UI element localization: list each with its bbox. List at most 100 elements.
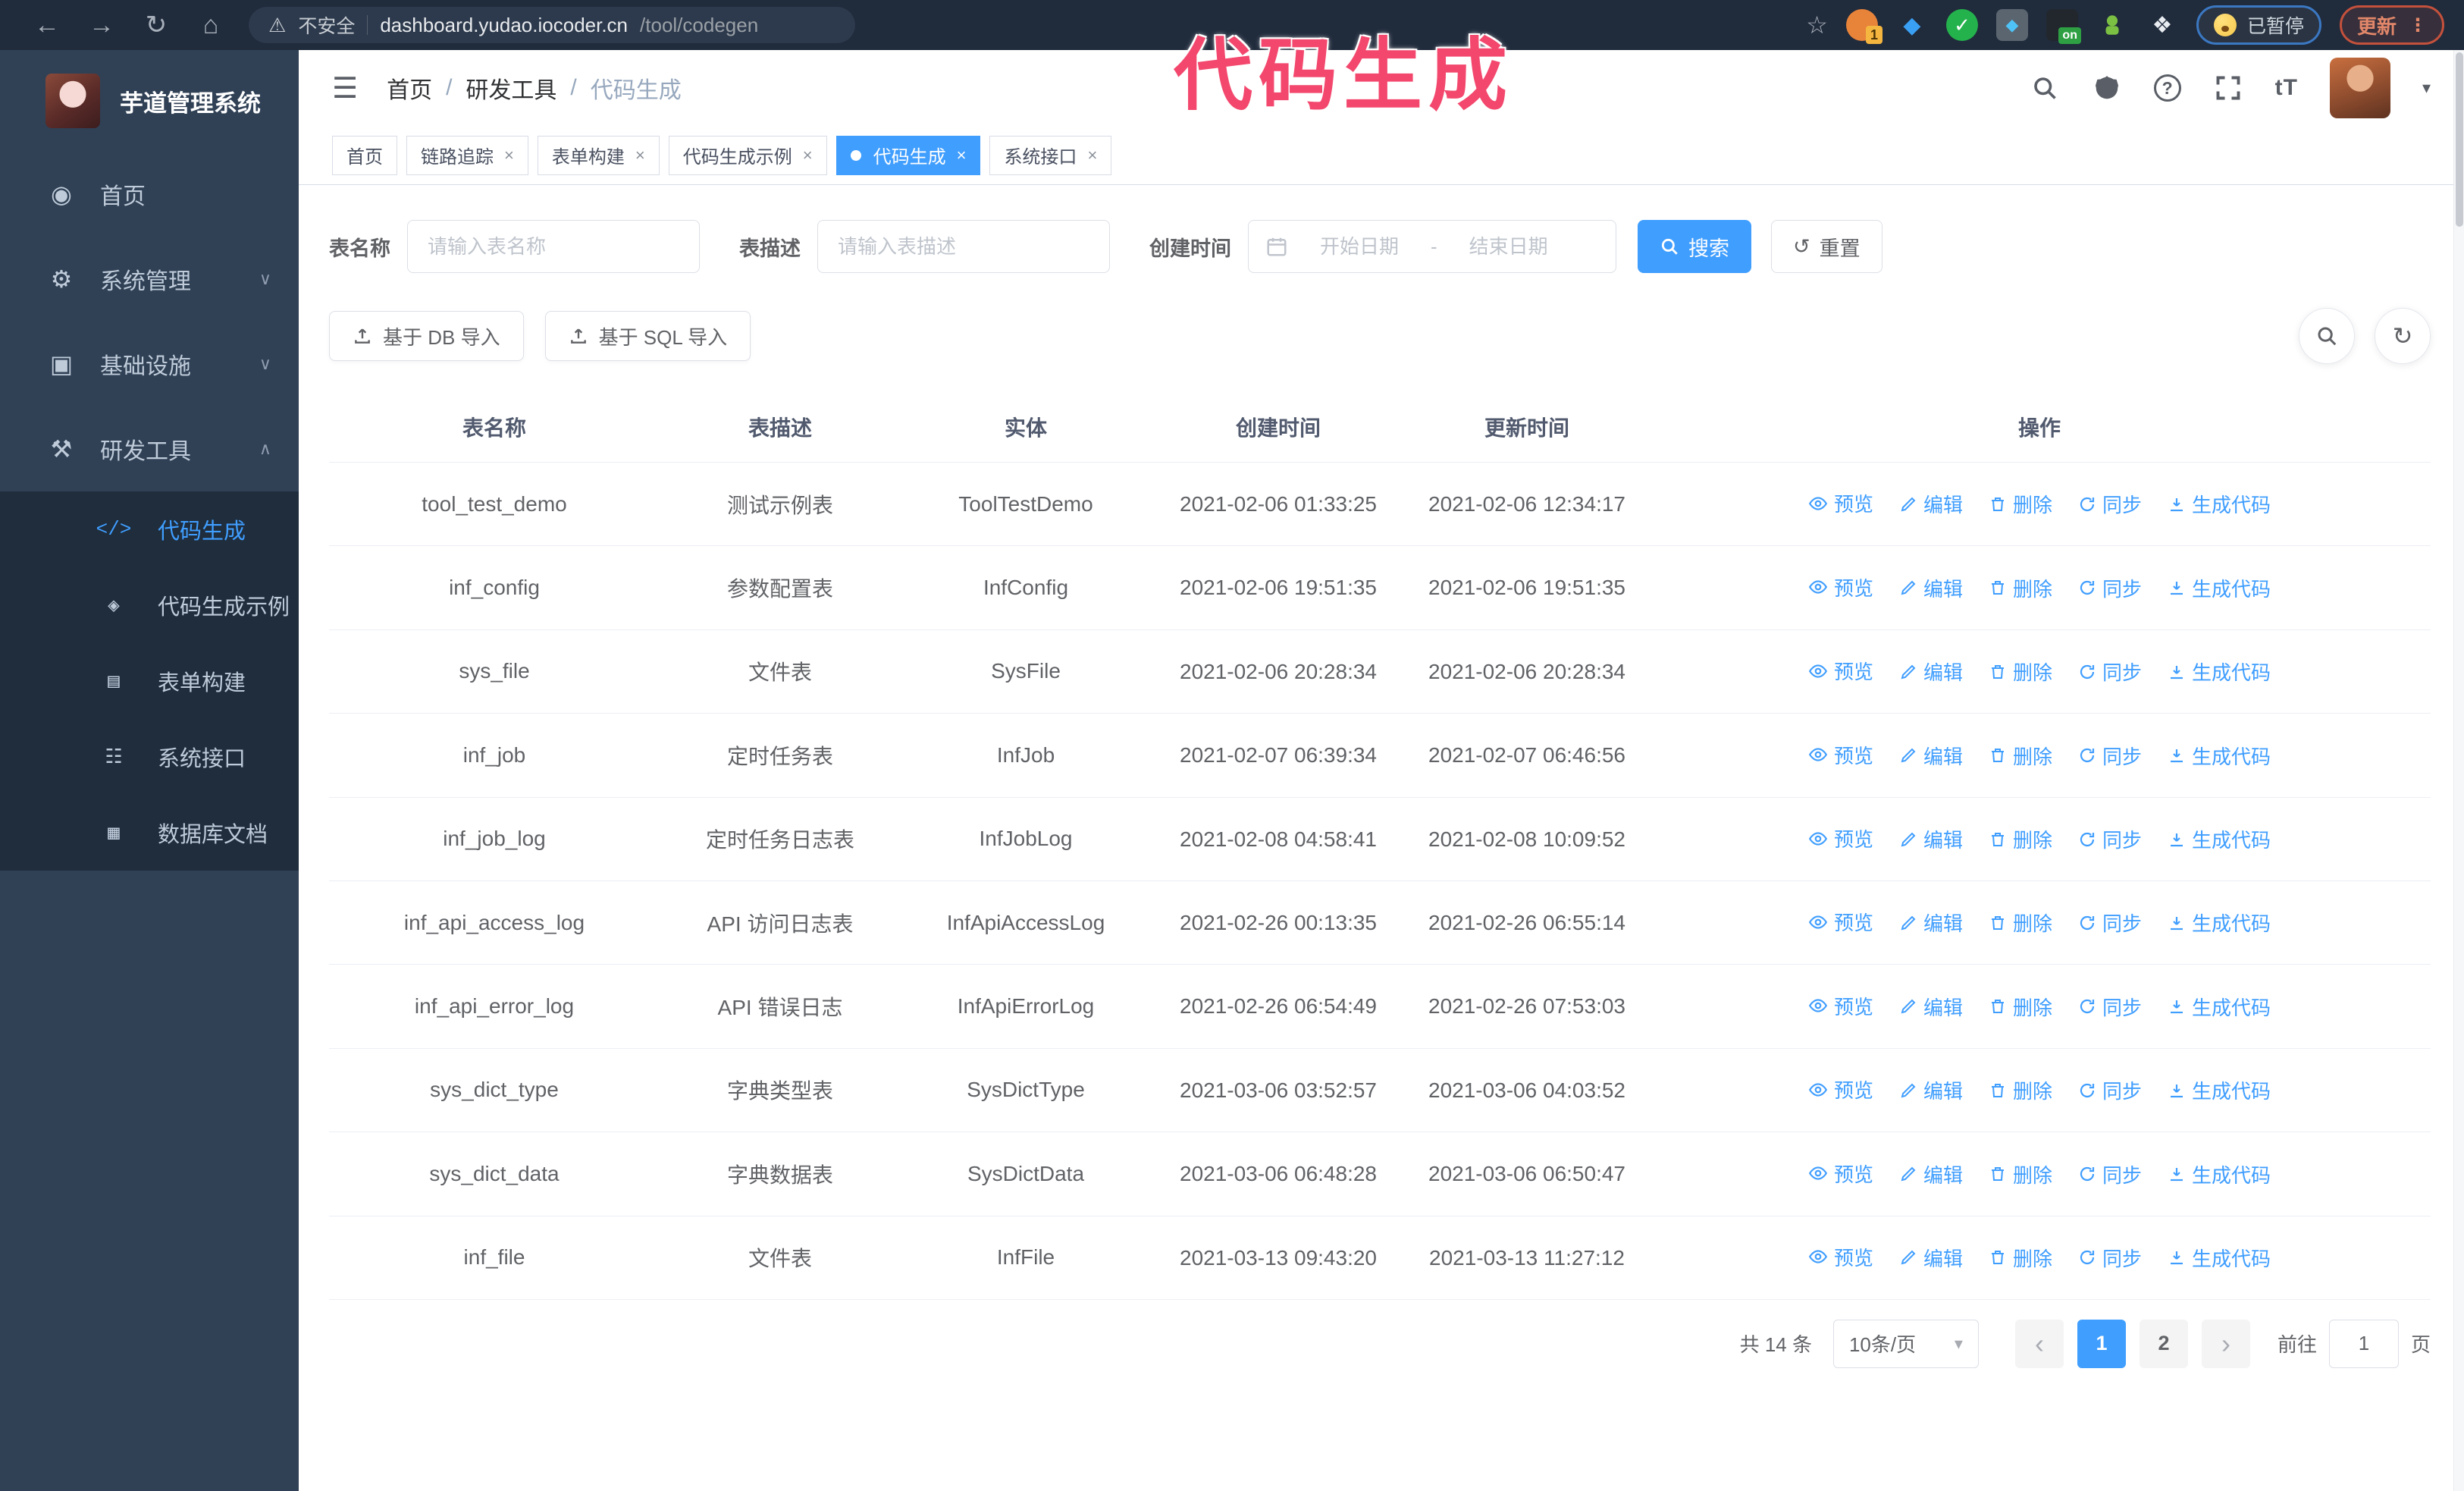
extension-grid-icon[interactable]: ◆ xyxy=(1995,9,2028,41)
refresh-button[interactable]: ↻ xyxy=(2375,308,2431,364)
action-delete[interactable]: 删除 xyxy=(1989,993,2052,1021)
action-preview[interactable]: 预览 xyxy=(1808,1243,1873,1271)
breadcrumb-home[interactable]: 首页 xyxy=(387,71,432,105)
table-name-input[interactable] xyxy=(407,220,700,273)
start-date-input[interactable] xyxy=(1296,234,1423,259)
action-delete[interactable]: 删除 xyxy=(1989,490,2052,518)
action-edit[interactable]: 编辑 xyxy=(1899,490,1963,518)
action-delete[interactable]: 删除 xyxy=(1989,909,2052,937)
end-date-input[interactable] xyxy=(1444,234,1572,259)
action-edit[interactable]: 编辑 xyxy=(1899,742,1963,770)
action-edit[interactable]: 编辑 xyxy=(1899,574,1963,602)
import-sql-button[interactable]: 基于 SQL 导入 xyxy=(544,311,751,361)
more-menu-icon[interactable]: ⋮ xyxy=(2409,14,2427,36)
page-scrollbar[interactable] xyxy=(2453,50,2464,1491)
action-delete[interactable]: 删除 xyxy=(1989,1244,2052,1272)
action-delete[interactable]: 删除 xyxy=(1989,574,2052,602)
avatar-caret-icon[interactable]: ▾ xyxy=(2422,78,2431,98)
back-icon[interactable]: ← xyxy=(20,11,74,40)
address-bar[interactable]: ⚠ 不安全 dashboard.yudao.iocoder.cn/tool/co… xyxy=(249,7,855,43)
sidebar-item-codegen[interactable]: </> 代码生成 xyxy=(0,491,299,567)
font-size-icon[interactable]: tT xyxy=(2275,75,2298,101)
close-icon[interactable]: × xyxy=(504,146,514,165)
paused-badge[interactable]: 已暂停 xyxy=(2196,5,2321,45)
action-preview[interactable]: 预览 xyxy=(1808,908,1873,936)
action-generate[interactable]: 生成代码 xyxy=(2168,825,2271,853)
home-icon[interactable]: ⌂ xyxy=(183,11,238,40)
action-sync[interactable]: 同步 xyxy=(2078,1244,2142,1272)
app-logo-row[interactable]: 芋道管理系统 xyxy=(0,50,299,152)
sidebar-item-codegen-example[interactable]: ◈ 代码生成示例 xyxy=(0,567,299,643)
action-edit[interactable]: 编辑 xyxy=(1899,1160,1963,1188)
tab-tracing[interactable]: 链路追踪 × xyxy=(406,135,528,175)
prev-page-button[interactable]: ‹ xyxy=(2014,1319,2064,1368)
action-preview[interactable]: 预览 xyxy=(1808,1160,1873,1188)
tab-system-api[interactable]: 系统接口 × xyxy=(989,135,1112,175)
action-sync[interactable]: 同步 xyxy=(2078,490,2142,518)
sidebar-item-form-builder[interactable]: ▤ 表单构建 xyxy=(0,643,299,719)
extension-bot-icon[interactable] xyxy=(2096,9,2128,41)
action-sync[interactable]: 同步 xyxy=(2078,742,2142,770)
close-icon[interactable]: × xyxy=(803,146,813,165)
tab-form-builder[interactable]: 表单构建 × xyxy=(537,135,660,175)
sidebar-item-home[interactable]: ◉ 首页 xyxy=(0,152,299,237)
action-preview[interactable]: 预览 xyxy=(1808,1075,1873,1103)
extension-check-icon[interactable]: ✓ xyxy=(1945,9,1978,41)
action-delete[interactable]: 删除 xyxy=(1989,1160,2052,1188)
action-generate[interactable]: 生成代码 xyxy=(2168,909,2271,937)
table-desc-input[interactable] xyxy=(817,220,1110,273)
close-icon[interactable]: × xyxy=(635,146,645,165)
extension-on-icon[interactable]: on xyxy=(2045,9,2081,44)
scrollbar-thumb[interactable] xyxy=(2455,52,2463,227)
action-generate[interactable]: 生成代码 xyxy=(2168,658,2271,686)
reset-button[interactable]: ↺ 重置 xyxy=(1771,220,1882,273)
fullscreen-icon[interactable] xyxy=(2213,73,2243,103)
action-generate[interactable]: 生成代码 xyxy=(2168,574,2271,602)
action-sync[interactable]: 同步 xyxy=(2078,574,2142,602)
action-preview[interactable]: 预览 xyxy=(1808,657,1873,685)
sidebar-item-infra[interactable]: ▣ 基础设施 ∨ xyxy=(0,322,299,406)
sidebar-item-db-doc[interactable]: ▦ 数据库文档 xyxy=(0,795,299,871)
action-edit[interactable]: 编辑 xyxy=(1899,993,1963,1021)
search-button[interactable]: 搜索 xyxy=(1638,220,1751,273)
action-sync[interactable]: 同步 xyxy=(2078,1160,2142,1188)
action-preview[interactable]: 预览 xyxy=(1808,489,1873,517)
date-range-picker[interactable]: - xyxy=(1248,220,1616,273)
action-preview[interactable]: 预览 xyxy=(1808,741,1873,769)
toggle-search-button[interactable] xyxy=(2299,308,2355,364)
tab-codegen[interactable]: 代码生成 × xyxy=(835,135,981,175)
page-size-select[interactable]: 10条/页 ▾ xyxy=(1832,1319,1979,1368)
github-icon[interactable] xyxy=(2092,73,2122,103)
goto-page-input[interactable] xyxy=(2328,1319,2399,1368)
action-generate[interactable]: 生成代码 xyxy=(2168,993,2271,1021)
help-icon[interactable]: ? xyxy=(2153,74,2181,102)
action-sync[interactable]: 同步 xyxy=(2078,909,2142,937)
action-edit[interactable]: 编辑 xyxy=(1899,1076,1963,1104)
action-sync[interactable]: 同步 xyxy=(2078,825,2142,853)
action-edit[interactable]: 编辑 xyxy=(1899,1244,1963,1272)
action-delete[interactable]: 删除 xyxy=(1989,825,2052,853)
close-icon[interactable]: × xyxy=(1087,146,1097,165)
page-button-2[interactable]: 2 xyxy=(2139,1319,2188,1368)
action-edit[interactable]: 编辑 xyxy=(1899,658,1963,686)
reload-icon[interactable]: ↻ xyxy=(129,10,183,40)
forward-icon[interactable]: → xyxy=(74,11,129,40)
hamburger-icon[interactable]: ☰ xyxy=(332,71,358,105)
extension-orange-icon[interactable]: 1 xyxy=(1845,9,1882,44)
search-icon[interactable] xyxy=(2030,73,2060,103)
action-generate[interactable]: 生成代码 xyxy=(2168,1244,2271,1272)
action-generate[interactable]: 生成代码 xyxy=(2168,1160,2271,1188)
sidebar-item-system[interactable]: ⚙ 系统管理 ∨ xyxy=(0,237,299,322)
sidebar-item-devtools[interactable]: ⚒ 研发工具 ∧ xyxy=(0,406,299,491)
action-delete[interactable]: 删除 xyxy=(1989,1076,2052,1104)
action-delete[interactable]: 删除 xyxy=(1989,742,2052,770)
import-db-button[interactable]: 基于 DB 导入 xyxy=(329,311,524,361)
action-sync[interactable]: 同步 xyxy=(2078,1076,2142,1104)
close-icon[interactable]: × xyxy=(957,146,967,165)
bookmark-star-icon[interactable]: ☆ xyxy=(1806,11,1828,39)
avatar[interactable] xyxy=(2329,58,2390,118)
action-edit[interactable]: 编辑 xyxy=(1899,825,1963,853)
action-sync[interactable]: 同步 xyxy=(2078,658,2142,686)
action-preview[interactable]: 预览 xyxy=(1808,992,1873,1020)
page-button-1[interactable]: 1 xyxy=(2077,1319,2126,1368)
